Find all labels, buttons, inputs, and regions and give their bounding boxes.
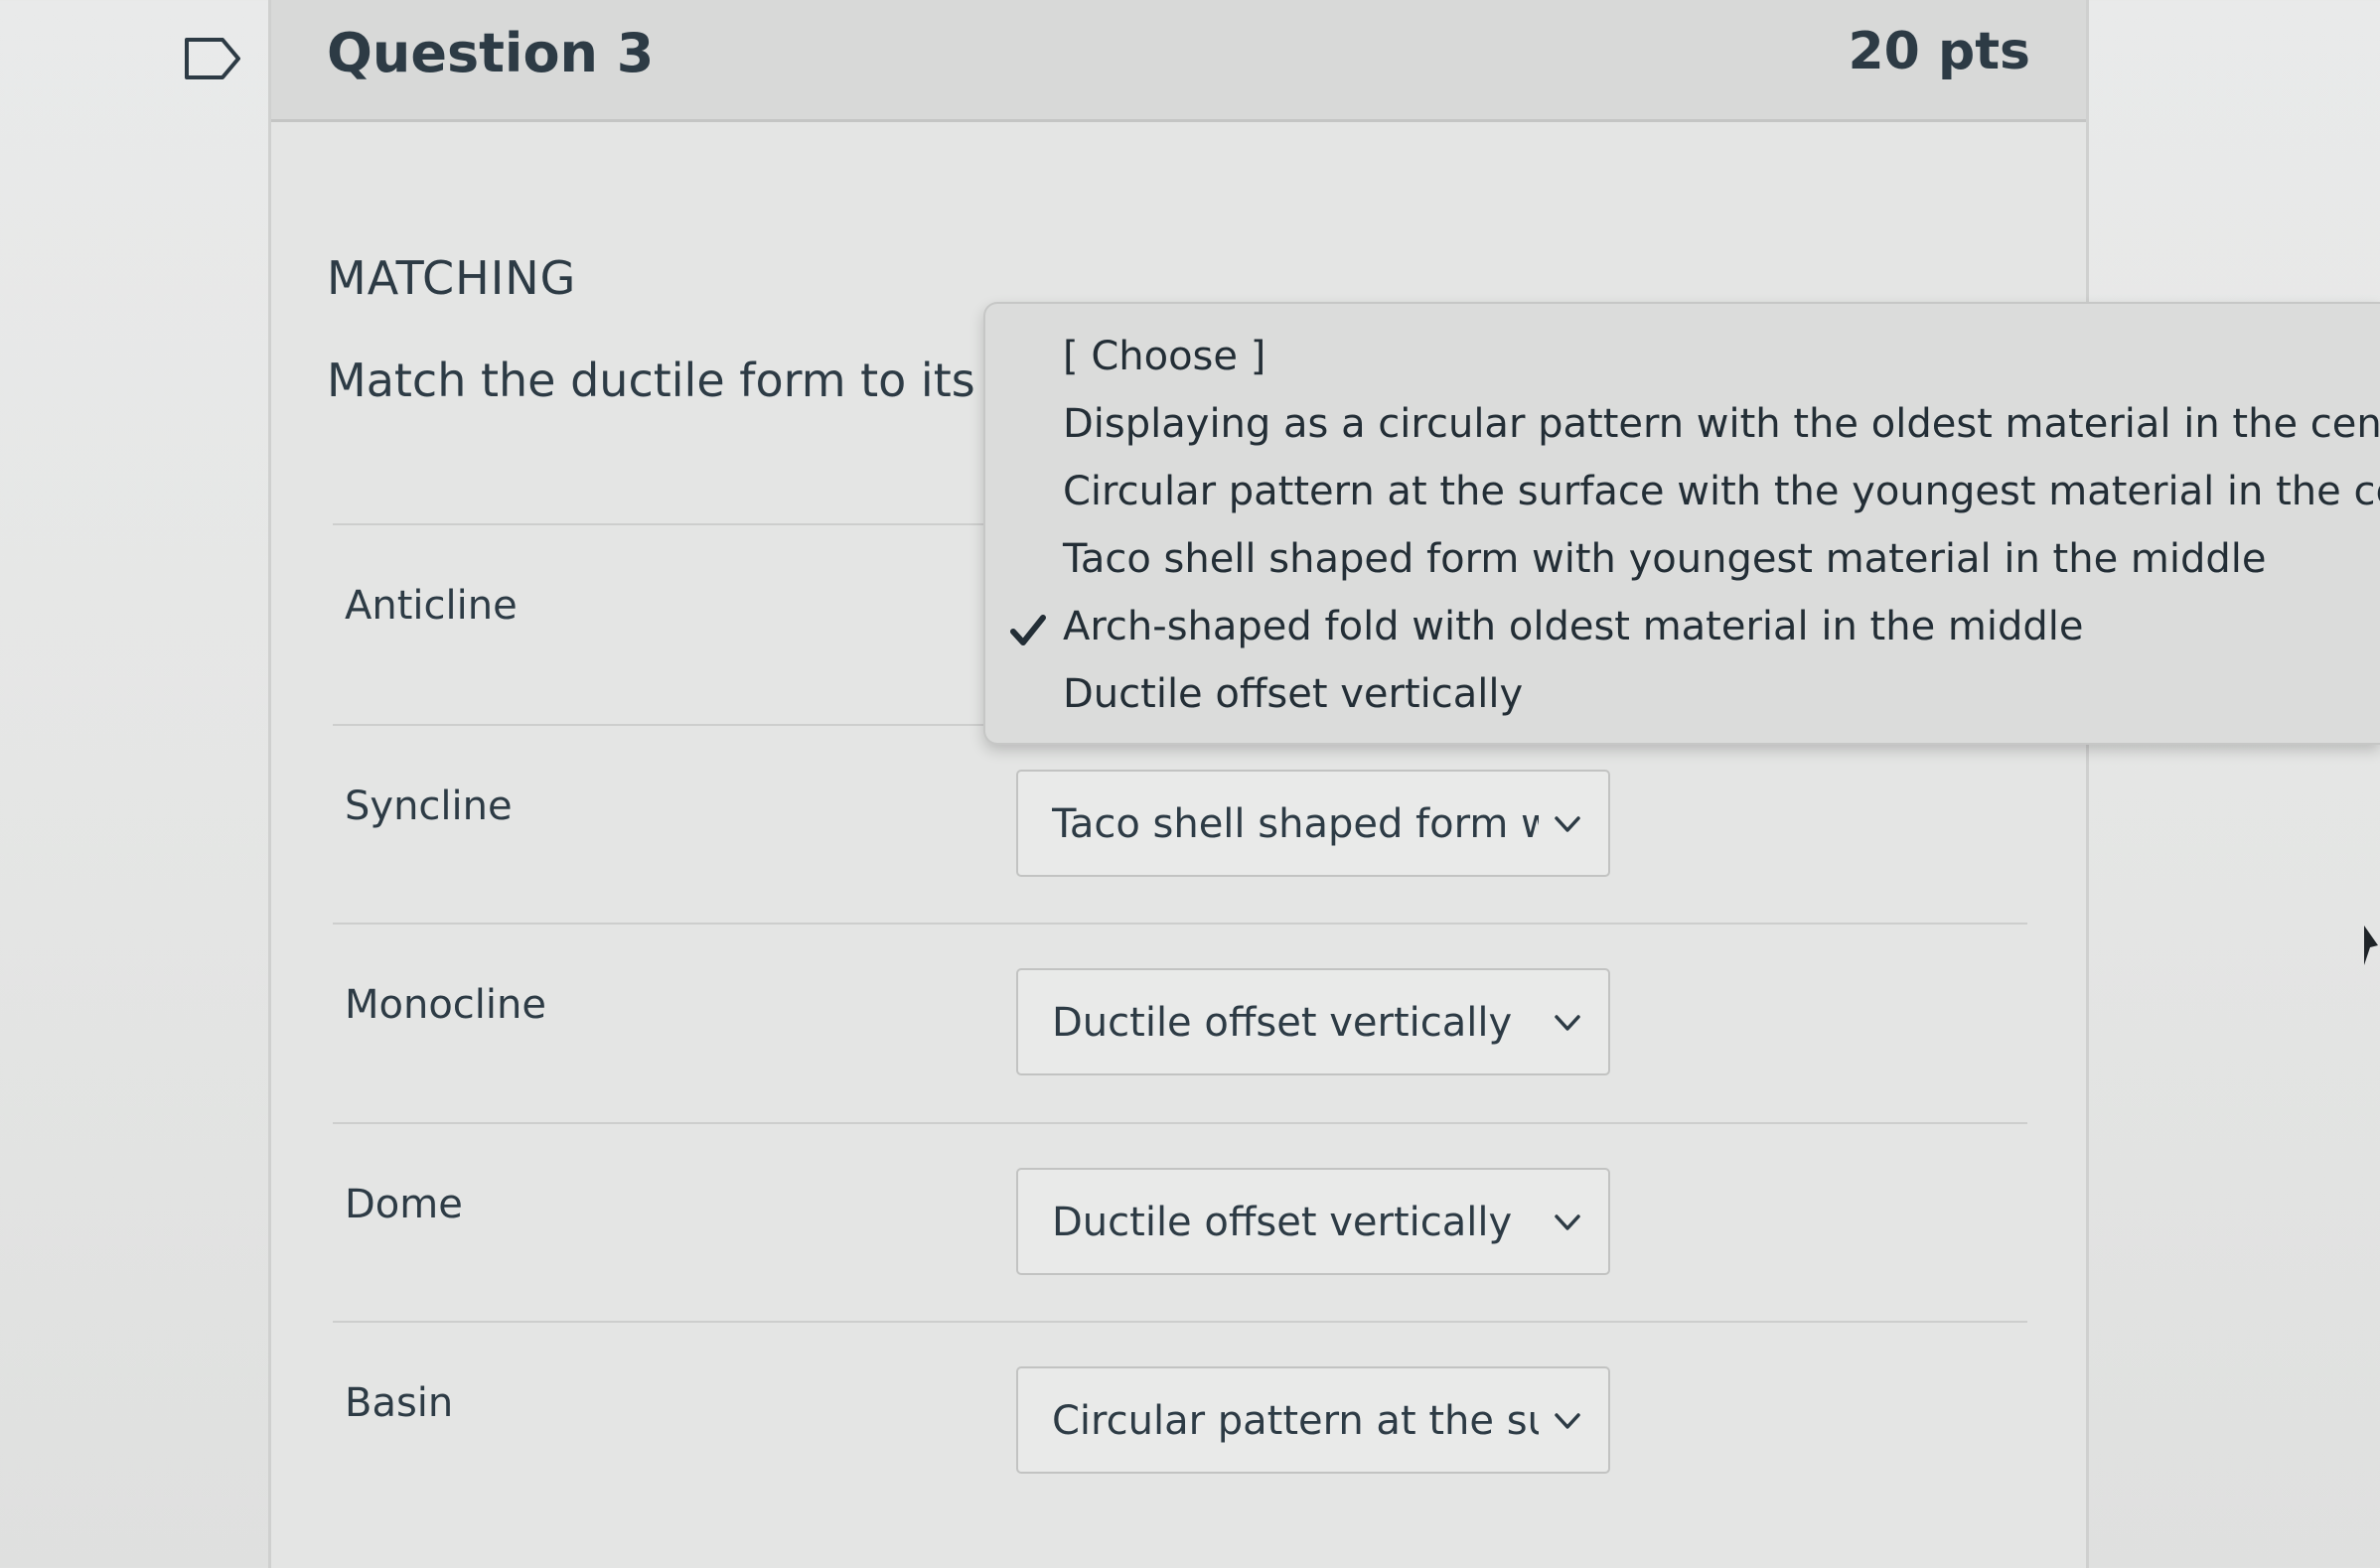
match-row-basin: Basin Circular pattern at the surfa bbox=[333, 1321, 2027, 1521]
match-row-dome: Dome Ductile offset vertically bbox=[333, 1122, 2027, 1323]
answer-select-value: Circular pattern at the surfa bbox=[1052, 1398, 1539, 1444]
match-row-syncline: Syncline Taco shell shaped form with bbox=[333, 724, 2027, 925]
chevron-down-icon bbox=[1551, 807, 1584, 841]
answer-select-basin[interactable]: Circular pattern at the surfa bbox=[1016, 1366, 1610, 1474]
question-title: Question 3 bbox=[327, 22, 655, 84]
answer-select-value: Ductile offset vertically bbox=[1052, 1000, 1513, 1046]
question-prompt: Match the ductile form to its cor bbox=[327, 354, 1062, 407]
dropdown-option-choose[interactable]: [ Choose ] bbox=[1063, 334, 1265, 379]
chevron-down-icon bbox=[1551, 1404, 1584, 1438]
answer-select-value: Ductile offset vertically bbox=[1052, 1200, 1513, 1245]
chevron-down-icon bbox=[1551, 1206, 1584, 1239]
question-points: 20 pts bbox=[1848, 22, 2031, 81]
checkmark-icon bbox=[1007, 612, 1049, 649]
dropdown-option[interactable]: Taco shell shaped form with youngest mat… bbox=[1063, 536, 2266, 582]
answer-select-monocline[interactable]: Ductile offset vertically bbox=[1016, 968, 1610, 1075]
question-header: Question 3 20 pts bbox=[271, 0, 2086, 122]
chevron-down-icon bbox=[1551, 1006, 1584, 1040]
dropdown-option[interactable]: Circular pattern at the surface with the… bbox=[1063, 469, 2380, 514]
match-row-label: Dome bbox=[345, 1182, 463, 1227]
match-row-label: Syncline bbox=[345, 784, 513, 829]
flag-icon[interactable] bbox=[183, 36, 242, 81]
dropdown-option[interactable]: Displaying as a circular pattern with th… bbox=[1063, 401, 2380, 447]
answer-select-dome[interactable]: Ductile offset vertically bbox=[1016, 1168, 1610, 1275]
dropdown-option-selected[interactable]: Arch-shaped fold with oldest material in… bbox=[1063, 604, 2083, 649]
answer-select-value: Taco shell shaped form with bbox=[1052, 801, 1539, 847]
cursor-icon bbox=[2362, 924, 2380, 967]
match-row-label: Anticline bbox=[345, 583, 518, 629]
dropdown-option[interactable]: Ductile offset vertically bbox=[1063, 671, 1523, 717]
match-row-label: Monocline bbox=[345, 982, 546, 1028]
match-row-monocline: Monocline Ductile offset vertically bbox=[333, 923, 2027, 1123]
question-card: Question 3 20 pts MATCHING Match the duc… bbox=[268, 0, 2089, 1568]
question-type-heading: MATCHING bbox=[327, 251, 577, 305]
answer-select-syncline[interactable]: Taco shell shaped form with bbox=[1016, 770, 1610, 877]
answer-dropdown-menu: [ Choose ] Displaying as a circular patt… bbox=[983, 302, 2380, 745]
match-row-label: Basin bbox=[345, 1380, 454, 1426]
